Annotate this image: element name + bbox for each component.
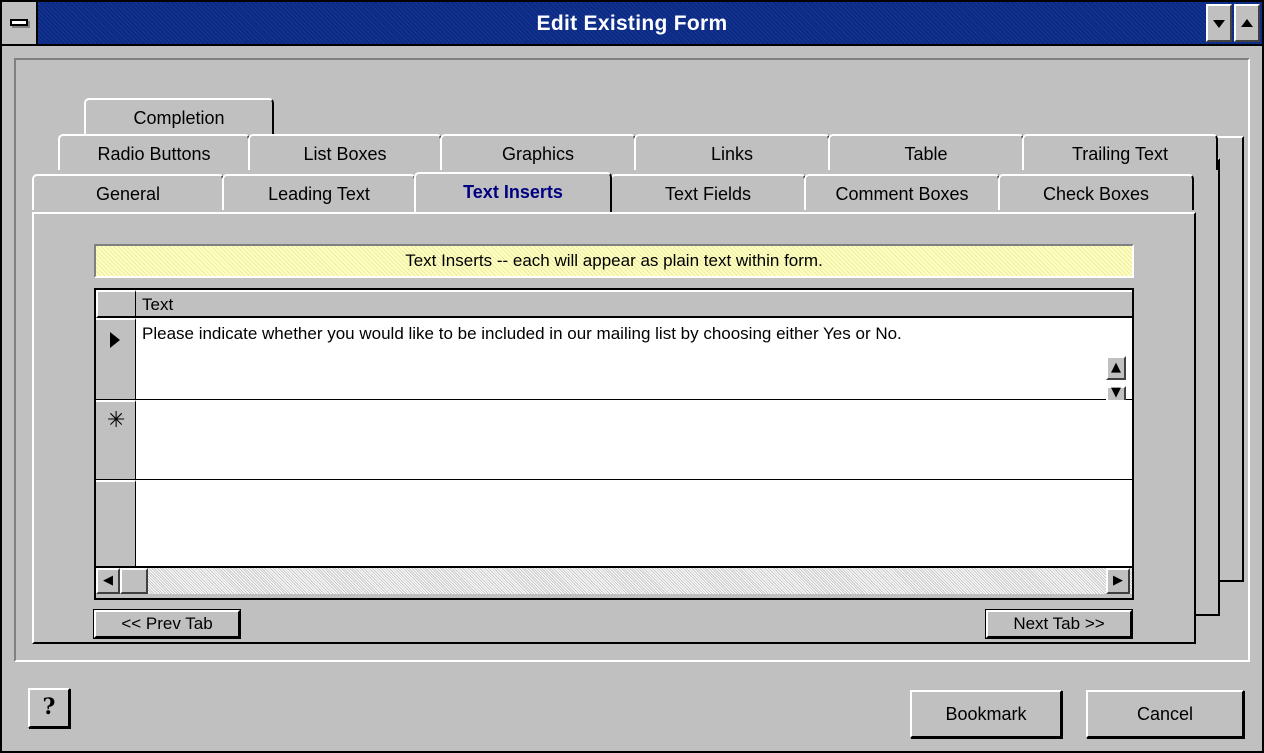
prev-tab-button[interactable]: << Prev Tab: [93, 609, 241, 639]
scroll-down-button[interactable]: ▼: [1106, 386, 1126, 400]
cancel-button[interactable]: Cancel: [1086, 690, 1244, 738]
next-tab-label: Next Tab >>: [1013, 614, 1105, 633]
prev-tab-label: << Prev Tab: [121, 614, 213, 633]
up-arrow-icon: ▲: [1111, 360, 1121, 375]
record-selector: [96, 480, 136, 566]
minimize-button[interactable]: [1206, 4, 1232, 42]
table-row[interactable]: Please indicate whether you would like t…: [136, 318, 1132, 400]
scroll-left-button[interactable]: ◀: [96, 568, 120, 594]
new-record-icon: ✳: [107, 408, 126, 433]
maximize-arrow-icon: [1241, 19, 1253, 27]
down-arrow-icon: ▼: [1111, 385, 1121, 400]
table-row: [136, 480, 1132, 566]
tab-trailing-text[interactable]: Trailing Text: [1022, 134, 1218, 170]
column-header-text[interactable]: Text: [136, 290, 1132, 318]
tab-general[interactable]: General: [32, 174, 224, 210]
tab-label: Check Boxes: [1042, 184, 1150, 204]
tab-comment-boxes[interactable]: Comment Boxes: [804, 174, 1000, 210]
tab-label: Graphics: [501, 144, 575, 164]
text-cell[interactable]: [136, 400, 1132, 412]
tab-radio-buttons[interactable]: Radio Buttons: [58, 134, 250, 170]
help-button[interactable]: ?: [28, 688, 70, 728]
scroll-right-button[interactable]: ▶: [1106, 568, 1130, 594]
current-record-icon: [110, 332, 120, 348]
title-bar[interactable]: Edit Existing Form: [2, 2, 1262, 46]
horizontal-scrollbar[interactable]: ◀ ▶: [96, 566, 1132, 594]
tab-text-fields[interactable]: Text Fields: [610, 174, 806, 210]
tab-table[interactable]: Table: [828, 134, 1024, 170]
tab-graphics[interactable]: Graphics: [440, 134, 636, 170]
bookmark-button[interactable]: Bookmark: [910, 690, 1062, 738]
text-cell: [136, 480, 1132, 492]
tab-leading-text[interactable]: Leading Text: [222, 174, 416, 210]
scroll-up-button[interactable]: ▲: [1106, 356, 1126, 380]
window-title: Edit Existing Form: [536, 12, 728, 35]
tab-text-inserts[interactable]: Text Inserts: [414, 172, 612, 212]
cancel-label: Cancel: [1136, 704, 1194, 724]
text-cell[interactable]: Please indicate whether you would like t…: [136, 318, 1132, 350]
tab-links[interactable]: Links: [634, 134, 830, 170]
right-arrow-icon: ▶: [1113, 573, 1123, 588]
tab-label: Links: [710, 144, 754, 164]
bookmark-label: Bookmark: [945, 704, 1027, 724]
tab-label: Table: [904, 144, 948, 164]
record-selector[interactable]: ✳: [96, 400, 136, 480]
table-row[interactable]: [136, 400, 1132, 480]
edit-existing-form-window: Edit Existing Form Completion Radio Butt…: [0, 0, 1264, 753]
scroll-thumb[interactable]: [120, 568, 148, 594]
tab-label: Radio Buttons: [97, 144, 211, 164]
tab-label: Text Fields: [664, 184, 752, 204]
text-inserts-datasheet[interactable]: Text Please indicate whether you would l…: [94, 288, 1134, 600]
tab-label: Completion: [133, 108, 225, 128]
tab-check-boxes[interactable]: Check Boxes: [998, 174, 1194, 210]
text-inserts-page: Text Inserts -- each will appear as plai…: [32, 212, 1196, 644]
record-selector[interactable]: [96, 318, 136, 400]
tab-label: Trailing Text: [1071, 144, 1169, 164]
tab-list-boxes[interactable]: List Boxes: [248, 134, 442, 170]
tab-label: Text Inserts: [463, 182, 563, 202]
next-tab-button[interactable]: Next Tab >>: [985, 609, 1133, 639]
tab-label: Comment Boxes: [835, 184, 969, 204]
instruction-banner: Text Inserts -- each will appear as plai…: [94, 244, 1134, 278]
help-question-icon: ?: [42, 694, 56, 720]
tab-completion[interactable]: Completion: [84, 98, 274, 134]
left-arrow-icon: ◀: [103, 573, 113, 588]
tab-label: Leading Text: [268, 184, 370, 204]
tab-label: General: [95, 184, 161, 204]
maximize-button[interactable]: [1234, 4, 1260, 42]
minimize-arrow-icon: [1213, 20, 1225, 28]
tab-label: List Boxes: [303, 144, 387, 164]
select-all-corner[interactable]: [96, 290, 136, 318]
